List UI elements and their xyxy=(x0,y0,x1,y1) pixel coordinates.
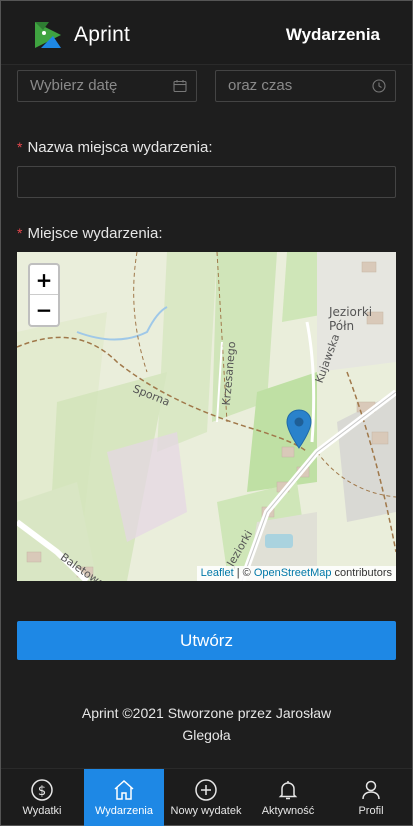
location-map[interactable]: Jeziorki Półn Sporna Krzesanego Kujawska… xyxy=(17,252,396,581)
nav-profile[interactable]: Profil xyxy=(330,769,412,826)
location-label: * Miejsce wydarzenia: xyxy=(17,225,163,242)
leaflet-link[interactable]: Leaflet xyxy=(201,567,234,579)
nav-events-label: Wydarzenia xyxy=(95,805,153,817)
attribution-separator: | © xyxy=(233,567,254,579)
time-picker-input[interactable]: oraz czas xyxy=(215,70,396,102)
nav-profile-label: Profil xyxy=(358,805,384,817)
required-mark: * xyxy=(17,225,23,241)
footer-text: Aprint ©2021 Stworzone przez Jarosław Gl… xyxy=(81,705,332,743)
create-button[interactable]: Utwórz xyxy=(17,621,396,660)
clock-icon xyxy=(372,79,386,93)
nav-new-expense[interactable]: Nowy wydatek xyxy=(165,769,247,826)
brand-name[interactable]: Aprint xyxy=(74,23,130,47)
map-attribution: Leaflet | © OpenStreetMap contributors xyxy=(196,566,396,581)
nav-expenses-label: Wydatki xyxy=(22,805,62,817)
nav-activity[interactable]: Aktywność xyxy=(247,769,329,826)
zoom-in-button[interactable]: + xyxy=(30,265,58,295)
dollar-circle-icon: $ xyxy=(31,779,53,801)
map-tiles xyxy=(17,252,396,581)
plus-circle-icon xyxy=(195,779,217,801)
bottom-navigation: $ Wydatki Wydarzenia Nowy wydatek Aktywn… xyxy=(1,768,412,826)
user-icon xyxy=(362,780,380,800)
map-marker-icon[interactable] xyxy=(286,409,312,449)
aprint-logo-icon[interactable] xyxy=(33,20,63,50)
location-label-text: Miejsce wydarzenia: xyxy=(27,225,163,242)
nav-activity-label: Aktywność xyxy=(261,805,315,817)
nav-events[interactable]: Wydarzenia xyxy=(84,769,164,826)
map-zoom-control: + − xyxy=(28,263,60,327)
home-icon xyxy=(114,779,134,800)
attribution-suffix: contributors xyxy=(331,567,392,579)
nav-expenses[interactable]: $ Wydatki xyxy=(1,769,83,826)
date-placeholder: Wybierz datę xyxy=(30,77,118,94)
header-nav-events[interactable]: Wydarzenia xyxy=(286,25,380,45)
calendar-icon xyxy=(173,80,187,93)
map-label-village: Jeziorki Półn xyxy=(329,305,373,333)
svg-text:$: $ xyxy=(38,784,46,799)
place-name-input[interactable] xyxy=(17,166,396,198)
zoom-out-button[interactable]: − xyxy=(30,295,58,325)
osm-link[interactable]: OpenStreetMap xyxy=(254,567,332,579)
place-name-label-text: Nazwa miejsca wydarzenia: xyxy=(27,139,213,156)
place-name-label: * Nazwa miejsca wydarzenia: xyxy=(17,139,213,156)
nav-new-expense-label: Nowy wydatek xyxy=(170,805,242,817)
bell-icon xyxy=(278,781,298,800)
date-picker-input[interactable]: Wybierz datę xyxy=(17,70,197,102)
time-placeholder: oraz czas xyxy=(228,77,293,94)
required-mark: * xyxy=(17,139,23,155)
app-header: Aprint Wydarzenia xyxy=(1,1,412,65)
